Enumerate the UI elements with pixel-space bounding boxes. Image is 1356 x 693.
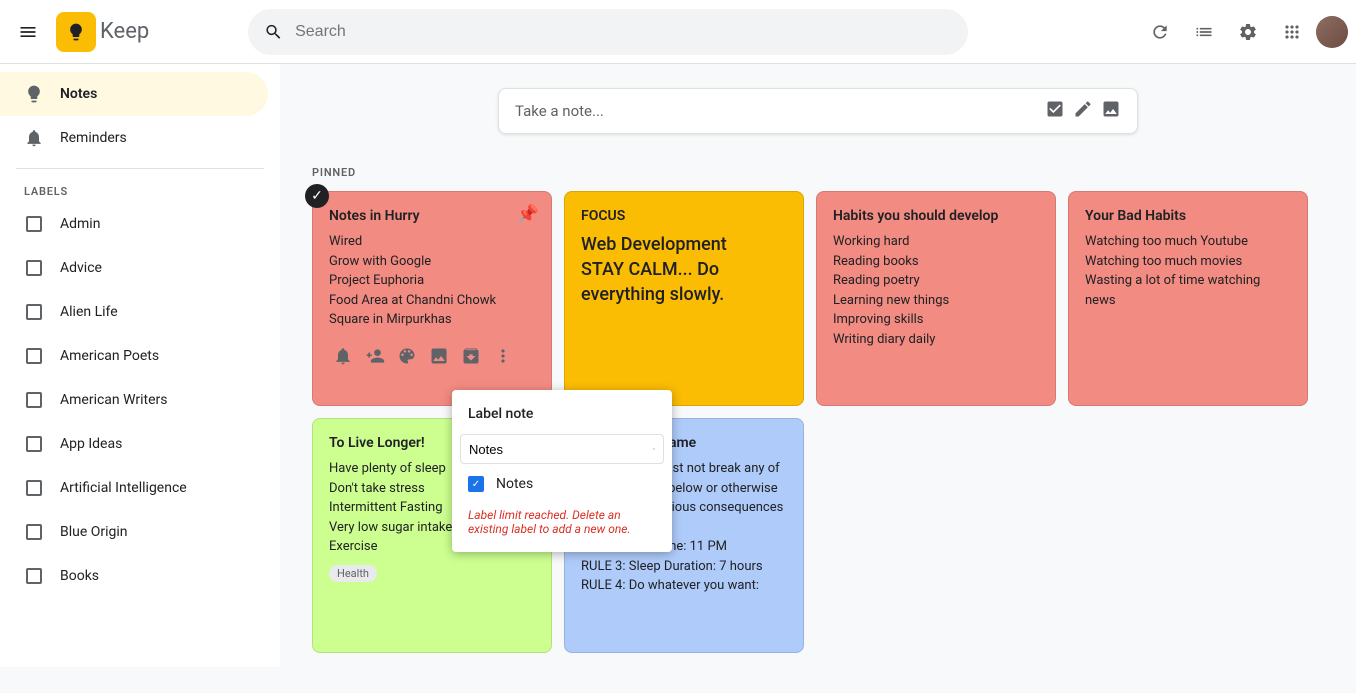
color-action[interactable] bbox=[393, 342, 421, 370]
label-icon-american-writers bbox=[24, 390, 44, 410]
reminder-action[interactable] bbox=[329, 342, 357, 370]
logo-icon bbox=[56, 12, 96, 52]
pen-icon[interactable] bbox=[1073, 99, 1093, 123]
app-header: Keep bbox=[0, 0, 1356, 64]
note-body-notes-in-hurry: Wired Grow with Google Project Euphoria … bbox=[329, 232, 535, 330]
avatar[interactable] bbox=[1316, 16, 1348, 48]
sidebar-item-advice[interactable]: Advice bbox=[0, 246, 268, 290]
note-card-habits[interactable]: Habits you should develop Working hard R… bbox=[816, 191, 1056, 406]
collaborator-action[interactable] bbox=[361, 342, 389, 370]
label-dropdown-title: Label note bbox=[452, 398, 672, 430]
sidebar-item-american-poets[interactable]: American Poets bbox=[0, 334, 268, 378]
menu-button[interactable] bbox=[8, 12, 48, 52]
label-item-notes[interactable]: ✓ Notes bbox=[452, 468, 672, 500]
labels-heading: LABELS bbox=[0, 177, 280, 202]
reminder-action-bad-habits[interactable] bbox=[1085, 322, 1113, 350]
reminder-action-habits[interactable] bbox=[833, 361, 861, 389]
sidebar-notes-label: Notes bbox=[60, 86, 97, 102]
search-input[interactable] bbox=[295, 23, 952, 41]
reminder-action-live-longer[interactable] bbox=[329, 594, 357, 622]
sidebar-label-admin: Admin bbox=[60, 216, 100, 232]
list-view-button[interactable] bbox=[1184, 12, 1224, 52]
note-card-notes-in-hurry[interactable]: ✓ Notes in Hurry 📌 Wired Grow with Googl… bbox=[312, 191, 552, 406]
sidebar-item-books[interactable]: Books bbox=[0, 554, 268, 598]
note-title-focus: FOCUS bbox=[581, 208, 787, 224]
bell-icon bbox=[24, 128, 44, 148]
selected-checkmark: ✓ bbox=[305, 184, 329, 208]
more-action[interactable] bbox=[489, 342, 517, 370]
note-input-placeholder: Take a note... bbox=[515, 102, 1033, 120]
note-line: Food Area at Chandni Chowk bbox=[329, 291, 535, 311]
sidebar-label-alien-life: Alien Life bbox=[60, 304, 118, 320]
sidebar-label-books: Books bbox=[60, 568, 99, 584]
image-action[interactable] bbox=[425, 342, 453, 370]
sidebar-label-american-poets: American Poets bbox=[60, 348, 159, 364]
sidebar-label-american-writers: American Writers bbox=[60, 392, 168, 408]
note-card-focus[interactable]: FOCUS Web DevelopmentSTAY CALM... Do eve… bbox=[564, 191, 804, 406]
sidebar-label-ai: Artificial Intelligence bbox=[60, 480, 187, 496]
note-line: Square in Mirpurkhas bbox=[329, 310, 535, 330]
lightbulb-icon bbox=[24, 84, 44, 104]
image-icon[interactable] bbox=[1101, 99, 1121, 123]
label-icon-alien-life bbox=[24, 302, 44, 322]
sidebar-label-advice: Advice bbox=[60, 260, 102, 276]
sidebar-item-alien-life[interactable]: Alien Life bbox=[0, 290, 268, 334]
sidebar-label-blue-origin: Blue Origin bbox=[60, 524, 128, 540]
note-line: Wired bbox=[329, 232, 535, 252]
settings-button[interactable] bbox=[1228, 12, 1268, 52]
sidebar-item-reminders[interactable]: Reminders bbox=[0, 116, 268, 160]
note-input-bar[interactable]: Take a note... bbox=[498, 88, 1138, 134]
sidebar-reminders-label: Reminders bbox=[60, 130, 127, 146]
search-bar[interactable] bbox=[248, 9, 968, 55]
note-actions-notes-in-hurry bbox=[329, 342, 535, 370]
note-title-bad-habits: Your Bad Habits bbox=[1085, 208, 1291, 224]
archive-action[interactable] bbox=[457, 342, 485, 370]
checkbox-icon[interactable] bbox=[1045, 99, 1065, 123]
health-badge: Health bbox=[329, 565, 377, 582]
sidebar-item-blue-origin[interactable]: Blue Origin bbox=[0, 510, 268, 554]
notes-checkbox[interactable]: ✓ bbox=[468, 476, 484, 492]
label-search-input[interactable] bbox=[469, 442, 645, 457]
note-line: Grow with Google bbox=[329, 252, 535, 272]
sidebar-label-app-ideas: App Ideas bbox=[60, 436, 122, 452]
label-icon-admin bbox=[24, 214, 44, 234]
sidebar-item-admin[interactable]: Admin bbox=[0, 202, 268, 246]
note-body-habits: Working hard Reading books Reading poetr… bbox=[833, 232, 1039, 349]
sidebar-item-notes[interactable]: Notes bbox=[0, 72, 268, 116]
note-card-bad-habits[interactable]: Your Bad Habits Watching too much Youtub… bbox=[1068, 191, 1308, 406]
label-item-notes-text: Notes bbox=[496, 476, 533, 492]
logo[interactable]: Keep bbox=[56, 12, 149, 52]
label-icon-ai bbox=[24, 478, 44, 498]
label-icon-blue-origin bbox=[24, 522, 44, 542]
search-icon-small bbox=[653, 439, 655, 459]
note-body-focus: Web DevelopmentSTAY CALM... Do everythin… bbox=[581, 232, 787, 308]
sidebar-item-american-writers[interactable]: American Writers bbox=[0, 378, 268, 422]
main-content: Take a note... PINNED ✓ Notes in Hurry bbox=[280, 64, 1356, 693]
sidebar-item-artificial-intelligence[interactable]: Artificial Intelligence bbox=[0, 466, 268, 510]
sidebar: Notes Reminders LABELS Admin Advice Alie… bbox=[0, 64, 280, 667]
note-title-notes-in-hurry: Notes in Hurry bbox=[329, 208, 535, 224]
search-icon bbox=[264, 22, 283, 42]
label-search[interactable] bbox=[460, 434, 664, 464]
logo-text: Keep bbox=[100, 19, 149, 44]
pinned-section-label: PINNED bbox=[312, 166, 1324, 179]
label-icon-books bbox=[24, 566, 44, 586]
sidebar-divider bbox=[16, 168, 264, 169]
label-dropdown: Label note ✓ Notes Label limit reached. … bbox=[452, 390, 672, 552]
apps-button[interactable] bbox=[1272, 12, 1312, 52]
refresh-button[interactable] bbox=[1140, 12, 1180, 52]
sidebar-item-app-ideas[interactable]: App Ideas bbox=[0, 422, 268, 466]
reminder-action-rules[interactable] bbox=[581, 608, 609, 636]
label-icon-advice bbox=[24, 258, 44, 278]
pin-icon[interactable]: 📌 bbox=[517, 204, 539, 225]
note-title-habits: Habits you should develop bbox=[833, 208, 1039, 224]
note-body-bad-habits: Watching too much Youtube Watching too m… bbox=[1085, 232, 1291, 310]
label-icon-american-poets bbox=[24, 346, 44, 366]
label-limit-warning: Label limit reached. Delete an existing … bbox=[452, 500, 672, 544]
reminder-action-focus[interactable] bbox=[581, 320, 609, 348]
note-line: Project Euphoria bbox=[329, 271, 535, 291]
label-icon-app-ideas bbox=[24, 434, 44, 454]
